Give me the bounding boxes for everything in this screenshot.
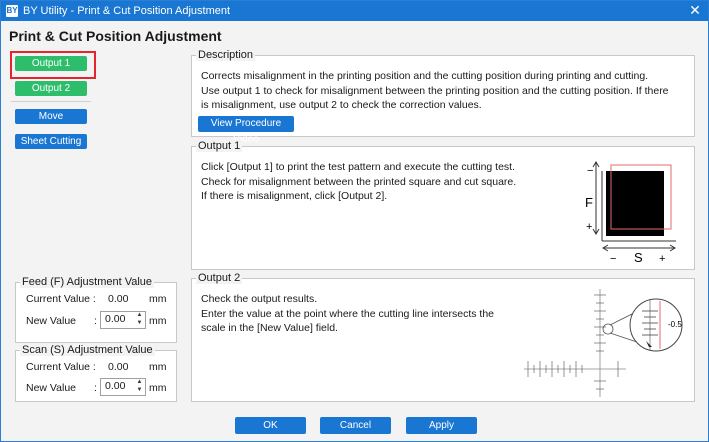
feed-decrement-icon[interactable]: ▼ xyxy=(135,320,144,327)
description-line: is misalignment, use output 2 to check t… xyxy=(201,99,482,111)
s-axis-label: S xyxy=(634,250,643,265)
description-text: Corrects misalignment in the printing po… xyxy=(201,69,696,113)
feed-new-value[interactable]: 0.00 xyxy=(105,313,125,325)
scan-group-title: Scan (S) Adjustment Value xyxy=(20,344,155,356)
feed-group-title: Feed (F) Adjustment Value xyxy=(20,276,155,288)
feed-new-colon: : xyxy=(94,315,97,327)
move-button[interactable]: Move xyxy=(15,109,87,124)
s-plus-label: + xyxy=(659,253,665,265)
scan-adjustment-group: Scan (S) Adjustment Value Current Value … xyxy=(15,344,177,402)
output-1-line: If there is misalignment, click [Output … xyxy=(201,190,388,202)
scan-decrement-icon[interactable]: ▼ xyxy=(135,387,144,394)
app-icon: BY xyxy=(6,5,18,17)
output-1-button[interactable]: Output 1 xyxy=(15,56,87,71)
output-1-text: Click [Output 1] to print the test patte… xyxy=(201,160,561,204)
output-2-scale-diagram: -0.5 xyxy=(524,289,683,397)
output-1-line: Click [Output 1] to print the test patte… xyxy=(201,161,516,173)
feed-increment-icon[interactable]: ▲ xyxy=(135,312,144,319)
output-2-group: Output 2 Check the output results. Enter… xyxy=(191,272,695,402)
s-minus-label: − xyxy=(610,253,616,265)
scan-increment-icon[interactable]: ▲ xyxy=(135,379,144,386)
scan-new-label: New Value xyxy=(26,382,76,394)
output-2-text: Check the output results. Enter the valu… xyxy=(201,292,561,336)
apply-button[interactable]: Apply xyxy=(406,417,477,434)
f-plus-label: + xyxy=(586,221,592,233)
divider xyxy=(11,101,91,102)
page-title: Print & Cut Position Adjustment xyxy=(9,28,222,44)
close-icon[interactable]: ✕ xyxy=(688,3,702,17)
feed-new-label: New Value xyxy=(26,315,76,327)
description-title: Description xyxy=(196,49,256,61)
cancel-button[interactable]: Cancel xyxy=(320,417,391,434)
scan-new-value[interactable]: 0.00 xyxy=(105,380,125,392)
output-2-line: Check the output results. xyxy=(201,293,318,305)
description-group: Description Corrects misalignment in the… xyxy=(191,49,696,145)
output-1-line: Check for misalignment between the print… xyxy=(201,175,517,188)
description-line: Corrects misalignment in the printing po… xyxy=(201,70,649,82)
output-2-button[interactable]: Output 2 xyxy=(15,81,87,96)
title-bar: BY BY Utility - Print & Cut Position Adj… xyxy=(1,1,708,21)
feed-new-value-stepper[interactable]: 0.00 ▲ ▼ xyxy=(100,311,146,329)
f-minus-label: − xyxy=(587,165,593,177)
feed-adjustment-group: Feed (F) Adjustment Value Current Value … xyxy=(15,276,177,343)
scan-new-value-stepper[interactable]: 0.00 ▲ ▼ xyxy=(100,378,146,396)
scan-new-unit: mm xyxy=(149,382,167,394)
callout-value-label: -0.5 xyxy=(668,320,682,329)
dialog-window: BY BY Utility - Print & Cut Position Adj… xyxy=(0,0,709,442)
feed-current-label: Current Value : xyxy=(26,293,96,305)
output-2-title: Output 2 xyxy=(196,272,243,284)
description-line: Use output 1 to check for misalignment b… xyxy=(201,84,669,97)
printed-square xyxy=(606,171,664,236)
feed-current-unit: mm xyxy=(149,293,167,305)
output-2-line: scale in the [New Value] field. xyxy=(201,322,338,334)
output-1-diagram: − F + − S + xyxy=(585,161,676,265)
output-1-title: Output 1 xyxy=(196,140,243,152)
scan-current-value: 0.00 xyxy=(108,361,129,373)
output-2-line: Enter the value at the point where the c… xyxy=(201,307,495,320)
scan-new-colon: : xyxy=(94,382,97,394)
output-1-group: Output 1 Click [Output 1] to print the t… xyxy=(191,140,695,270)
scan-current-unit: mm xyxy=(149,361,167,373)
ok-button[interactable]: OK xyxy=(235,417,306,434)
feed-new-unit: mm xyxy=(149,315,167,327)
sheet-cutting-button[interactable]: Sheet Cutting xyxy=(15,134,87,149)
window-title: BY Utility - Print & Cut Position Adjust… xyxy=(23,5,231,17)
scan-current-label: Current Value : xyxy=(26,361,96,373)
f-axis-label: F xyxy=(585,195,593,210)
view-procedure-video-button[interactable]: View Procedure Video xyxy=(198,116,294,145)
feed-current-value: 0.00 xyxy=(108,293,129,305)
